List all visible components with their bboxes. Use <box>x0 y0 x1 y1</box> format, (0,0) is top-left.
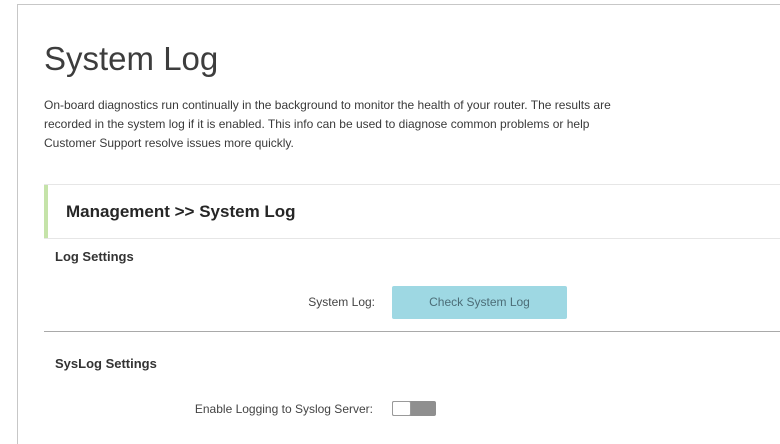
log-settings-heading: Log Settings <box>55 249 134 264</box>
check-system-log-button[interactable]: Check System Log <box>392 286 567 319</box>
toggle-knob <box>392 401 411 416</box>
section-accent-bar <box>44 185 48 238</box>
section-title: Management >> System Log <box>66 202 296 221</box>
page-description: On-board diagnostics run continually in … <box>44 98 611 150</box>
content-frame-top-border <box>17 4 780 5</box>
page-title: System Log <box>44 40 219 77</box>
system-log-label: System Log: <box>308 295 375 309</box>
section-header: Management >> System Log <box>44 184 780 239</box>
enable-syslog-toggle[interactable] <box>392 401 436 416</box>
enable-syslog-label: Enable Logging to Syslog Server: <box>194 402 373 416</box>
syslog-settings-heading: SysLog Settings <box>55 356 157 371</box>
section-divider <box>44 331 780 332</box>
content-frame-left-border <box>17 4 18 444</box>
